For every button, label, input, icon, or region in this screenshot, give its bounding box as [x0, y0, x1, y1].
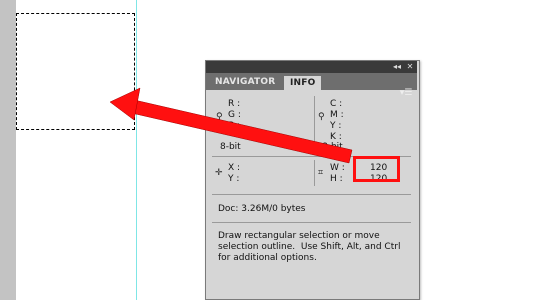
- arrow-head: [109, 87, 141, 121]
- arrow-shaft: [126, 98, 353, 164]
- annotation-arrow: [109, 87, 353, 164]
